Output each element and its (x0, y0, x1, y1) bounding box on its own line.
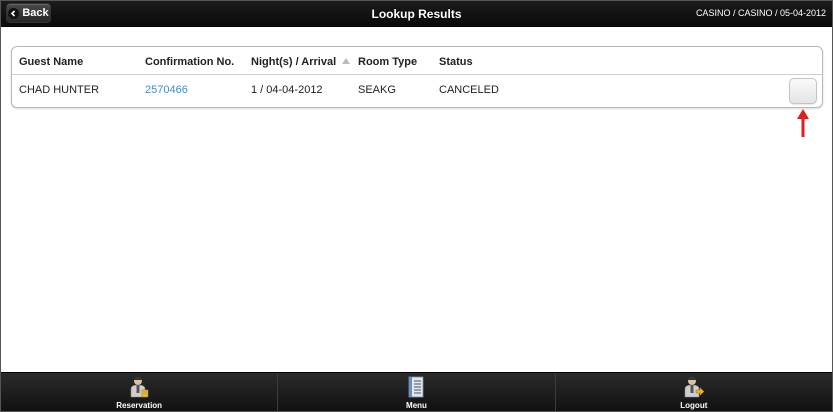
row-action-button[interactable] (789, 78, 817, 104)
reservation-icon (130, 377, 149, 398)
table-row[interactable]: CHAD HUNTER 2570466 1 / 04-04-2012 SEAKG… (12, 75, 822, 108)
nav-logout[interactable]: Logout (556, 373, 832, 411)
confirmation-link[interactable]: 2570466 (145, 84, 188, 96)
annotation-arrow-icon (797, 109, 809, 137)
nav-logout-label: Logout (680, 401, 708, 410)
table-header: Guest Name Confirmation No. Night(s) / A… (12, 47, 822, 75)
bottom-nav: Reservation Menu Logout (1, 372, 832, 411)
logout-icon (684, 377, 704, 398)
cell-room-type: SEAKG (358, 84, 396, 96)
column-header-nights-arrival[interactable]: Night(s) / Arrival (251, 56, 351, 68)
nav-menu[interactable]: Menu (278, 373, 556, 411)
sort-ascending-icon (342, 58, 351, 64)
header-bar: Back Lookup Results CASINO / CASINO / 05… (1, 1, 832, 27)
cell-status: CANCELED (439, 84, 499, 96)
column-header-room-type[interactable]: Room Type (358, 56, 417, 68)
context-info: CASINO / CASINO / 05-04-2012 (695, 8, 826, 18)
nav-reservation[interactable]: Reservation (1, 373, 279, 411)
menu-icon (409, 376, 424, 398)
nav-menu-label: Menu (406, 401, 427, 410)
nav-reservation-label: Reservation (116, 401, 163, 410)
column-header-confirmation-no[interactable]: Confirmation No. (145, 56, 234, 68)
cell-nights-arrival: 1 / 04-04-2012 (251, 84, 323, 96)
column-header-guest-name[interactable]: Guest Name (19, 56, 83, 68)
column-header-nights-arrival-label: Night(s) / Arrival (251, 56, 337, 68)
results-table: Guest Name Confirmation No. Night(s) / A… (11, 46, 823, 108)
cell-guest-name: CHAD HUNTER (19, 84, 100, 96)
column-header-status[interactable]: Status (439, 56, 473, 68)
